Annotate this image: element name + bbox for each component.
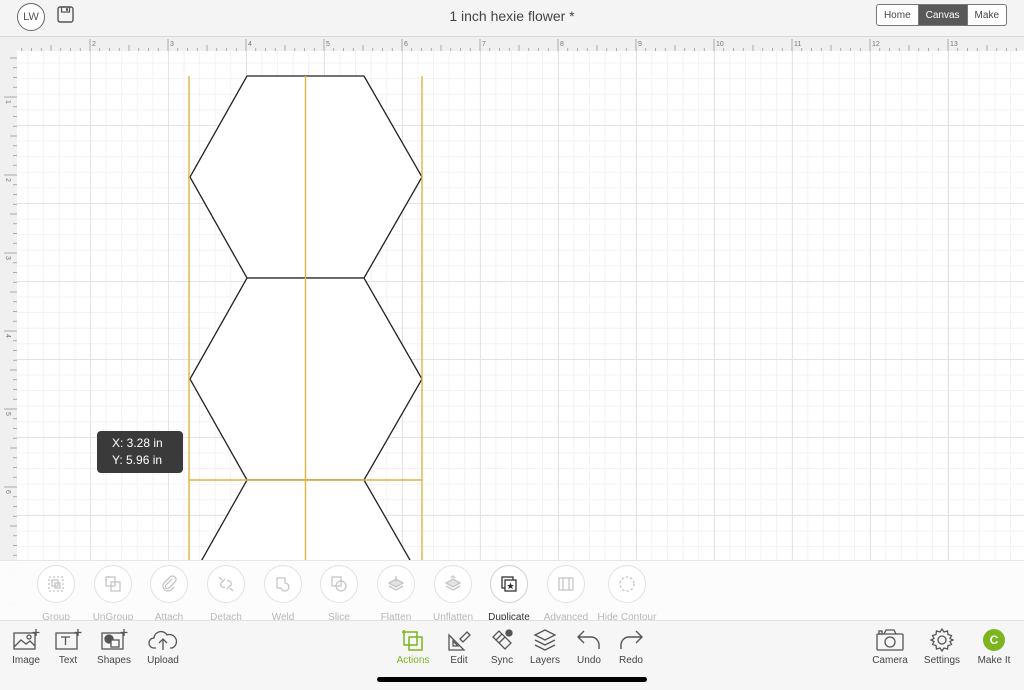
ruler-label: 5 [326, 41, 330, 48]
settings-button[interactable]: Settings [914, 627, 970, 666]
flatten-button[interactable]: Flatten [366, 565, 426, 623]
attach-icon [162, 575, 177, 592]
ruler-label: 3 [4, 256, 11, 260]
undo-icon [577, 630, 600, 649]
upload-button[interactable]: Upload [135, 627, 191, 666]
make-it-button[interactable]: C Make It [966, 627, 1022, 666]
ungroup-button[interactable]: UnGroup [83, 565, 143, 623]
flatten-icon [387, 576, 405, 591]
shapes-add-icon [101, 629, 128, 650]
weld-button[interactable]: Weld [253, 565, 313, 623]
redo-button[interactable]: Redo [603, 627, 659, 666]
mode-switcher: Home Canvas Make [875, 4, 1007, 26]
ruler-label: 11 [794, 41, 801, 48]
y-coordinate: Y: 5.96 in [112, 453, 163, 467]
top-bar: LW 1 inch hexie flower * Home Canvas Mak… [0, 0, 1024, 37]
tab-make[interactable]: Make [966, 5, 1006, 25]
slice-button[interactable]: Slice [309, 565, 369, 623]
ruler-label: 4 [248, 41, 252, 48]
layers-icon [533, 629, 557, 651]
hide-contour-icon [619, 576, 635, 592]
ruler-label: 8 [560, 41, 564, 48]
ruler-label: 3 [170, 41, 174, 48]
ruler-label: 6 [4, 490, 11, 494]
detach-button[interactable]: Detach [196, 565, 256, 623]
weld-icon [276, 577, 290, 592]
ruler-label: 1 [4, 100, 11, 104]
edit-icon [448, 631, 471, 651]
ruler-label: 9 [638, 41, 642, 48]
slice-icon [331, 576, 347, 592]
text-add-icon [55, 629, 82, 650]
camera-button[interactable]: Camera [862, 627, 918, 666]
gear-icon [929, 627, 955, 653]
hexagon-design[interactable] [17, 51, 1024, 561]
ruler-label: 13 [950, 41, 958, 48]
ungroup-icon [105, 576, 121, 592]
actions-bar: Group UnGroup Attach Detach Weld Slice F… [0, 560, 1024, 623]
ruler-label: 4 [4, 334, 11, 338]
coordinate-tooltip: X: 3.28 in Y: 5.96 in [97, 431, 183, 473]
redo-icon [620, 630, 643, 649]
unflatten-icon [444, 575, 462, 591]
tab-canvas[interactable]: Canvas [917, 5, 967, 25]
ruler-label: 6 [404, 41, 408, 48]
ruler-label: 7 [482, 41, 486, 48]
sync-icon [492, 629, 513, 650]
tab-home[interactable]: Home [877, 5, 918, 25]
hide-contour-button[interactable]: Hide Contour [597, 565, 657, 623]
image-add-icon [13, 629, 40, 650]
shapes-button[interactable]: Shapes [86, 627, 142, 666]
detach-icon [218, 576, 234, 592]
group-icon [48, 576, 64, 592]
group-button[interactable]: Group [26, 565, 86, 623]
ruler-label: 2 [92, 41, 96, 48]
home-indicator [377, 677, 647, 682]
design-canvas[interactable] [17, 51, 1024, 561]
actions-icon [402, 630, 423, 651]
attach-button[interactable]: Attach [139, 565, 199, 623]
document-title: 1 inch hexie flower * [449, 8, 575, 24]
duplicate-icon [501, 576, 517, 592]
ruler-label: 10 [716, 41, 724, 48]
upload-cloud-icon [148, 630, 178, 650]
advanced-button[interactable]: Advanced [536, 565, 596, 623]
ruler-label: 2 [4, 178, 11, 182]
ruler-label: 5 [4, 412, 11, 416]
x-coordinate: X: 3.28 in [112, 436, 163, 450]
camera-icon [876, 629, 904, 651]
ruler-top: 2 3 4 5 6 7 8 9 10 11 12 13 [0, 37, 1024, 51]
ruler-label: 12 [872, 41, 880, 48]
duplicate-button[interactable]: Duplicate [479, 565, 539, 623]
advanced-icon [558, 577, 574, 591]
unflatten-button[interactable]: Unflatten [423, 565, 483, 623]
make-it-icon: C [983, 629, 1005, 651]
